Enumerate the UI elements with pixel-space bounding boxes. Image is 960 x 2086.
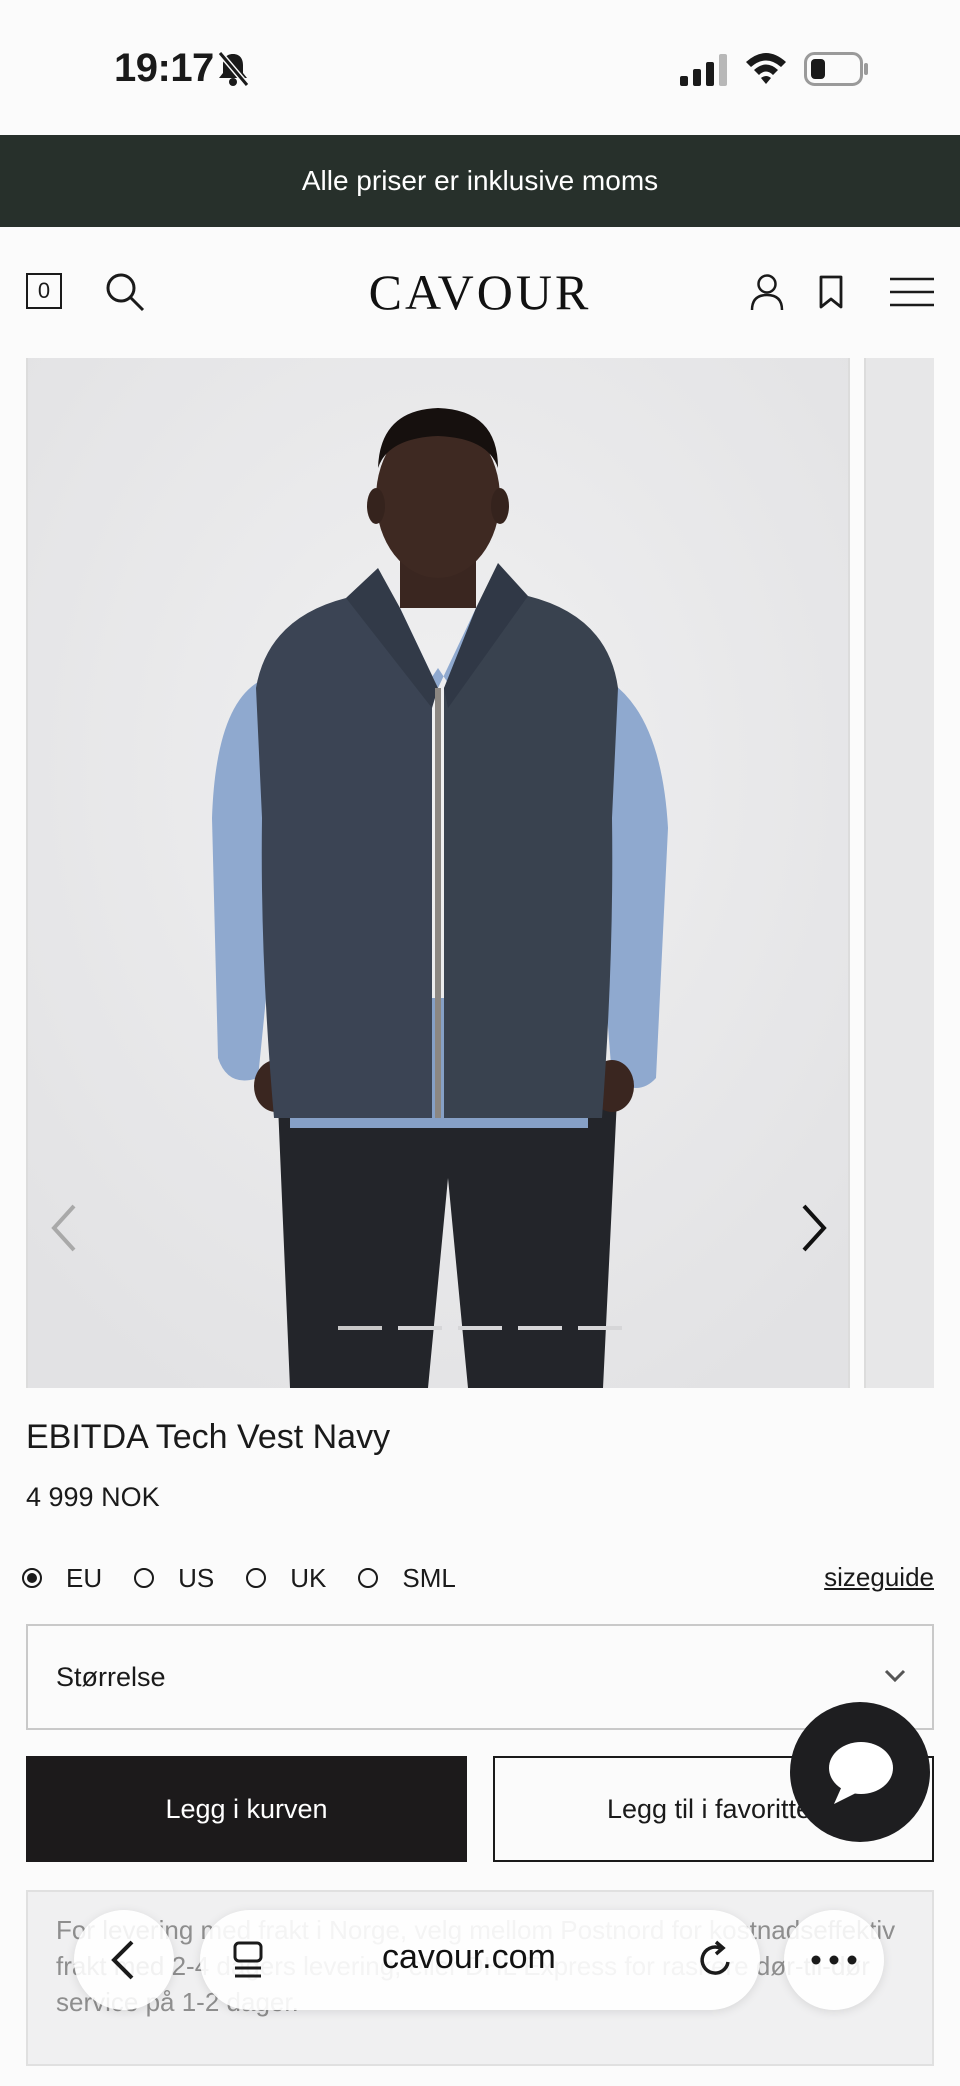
account-icon[interactable] (750, 273, 784, 311)
product-title: EBITDA Tech Vest Navy (26, 1418, 391, 1456)
browser-back-button[interactable] (74, 1910, 174, 2010)
radio-sml[interactable] (358, 1568, 379, 1588)
add-to-favorites-label: Legg til i favoritter (606, 1793, 821, 1824)
back-chevron-icon (111, 1940, 134, 1980)
cellular-signal-icon (680, 54, 727, 86)
chevron-down-icon (884, 1669, 906, 1683)
status-time: 19:17 (114, 46, 214, 90)
size-system-us[interactable]: US (134, 1563, 214, 1594)
sizeguide-link[interactable]: sizeguide (824, 1562, 934, 1593)
browser-url: cavour.com (382, 1938, 556, 1976)
size-system-eu[interactable]: EU (22, 1563, 102, 1594)
product-image-gallery[interactable] (26, 358, 850, 1388)
add-to-cart-button[interactable]: Legg i kurven (26, 1756, 467, 1862)
gallery-dot-2[interactable] (398, 1326, 442, 1330)
next-image-peek[interactable] (864, 358, 934, 1388)
status-bar: 19:17 (0, 0, 960, 135)
size-system-uk-label: UK (290, 1562, 327, 1593)
bell-muted-icon (217, 51, 250, 87)
gallery-pagination (338, 1326, 622, 1330)
gallery-next-chevron-icon[interactable] (794, 1198, 834, 1258)
size-system-uk[interactable]: UK (246, 1563, 326, 1594)
wifi-icon (746, 53, 786, 84)
browser-address-bar[interactable]: cavour.com (200, 1910, 760, 2010)
gallery-dot-3[interactable] (458, 1326, 502, 1330)
tabs-icon[interactable] (230, 1940, 266, 1980)
chat-bubble-icon (829, 1742, 893, 1804)
gallery-dot-4[interactable] (518, 1326, 562, 1330)
size-system-sml-label: SML (402, 1562, 456, 1593)
add-to-cart-label: Legg i kurven (165, 1793, 328, 1824)
gallery-dot-5[interactable] (578, 1326, 622, 1330)
brand-logo[interactable]: CAVOUR (0, 263, 960, 321)
size-select-label: Størrelse (56, 1661, 166, 1692)
radio-uk[interactable] (246, 1568, 267, 1588)
browser-more-button[interactable] (784, 1910, 884, 2010)
reload-icon[interactable] (696, 1940, 736, 1980)
vat-info-banner: Alle priser er inklusive moms (0, 135, 960, 227)
site-header: 0 CAVOUR (0, 227, 960, 357)
banner-text: Alle priser er inklusive moms (301, 165, 659, 196)
radio-eu[interactable] (22, 1568, 42, 1588)
product-price: 4 999 NOK (26, 1482, 160, 1512)
size-system-eu-label: EU (66, 1562, 103, 1593)
gallery-dot-1[interactable] (338, 1326, 382, 1330)
size-system-radio-group: EU US UK SML (22, 1560, 488, 1596)
menu-icon[interactable] (890, 277, 934, 307)
bookmark-icon[interactable] (818, 275, 844, 309)
size-system-us-label: US (178, 1562, 215, 1593)
radio-us[interactable] (134, 1568, 155, 1588)
product-photo (28, 358, 848, 1388)
chat-button[interactable] (790, 1702, 930, 1842)
size-select[interactable]: Størrelse (26, 1624, 934, 1730)
more-dots-icon (811, 1955, 857, 1965)
gallery-prev-chevron-icon[interactable] (44, 1198, 84, 1258)
battery-icon (804, 52, 868, 86)
size-system-sml[interactable]: SML (358, 1562, 456, 1594)
